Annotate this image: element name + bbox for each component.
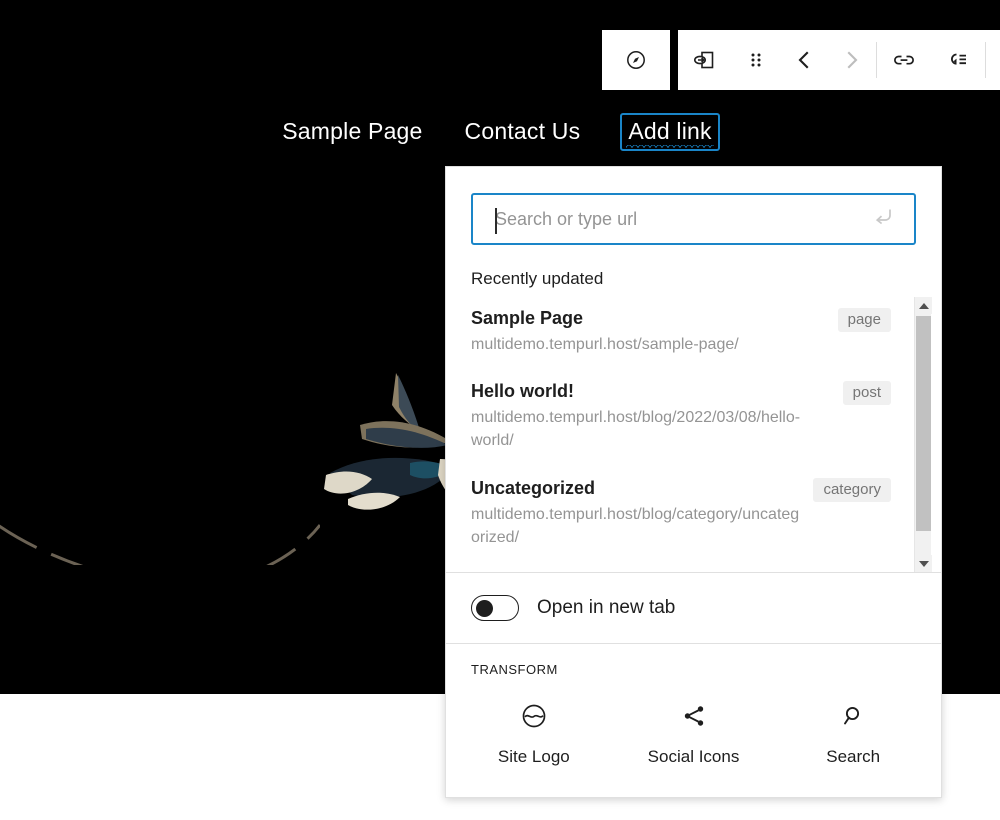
link-search-section — [446, 167, 941, 245]
link-icon — [894, 55, 914, 65]
result-title: Uncategorized — [471, 477, 596, 498]
add-submenu-button[interactable] — [931, 30, 985, 90]
link-button[interactable] — [877, 30, 931, 90]
search-input[interactable] — [473, 195, 914, 243]
compass-icon — [627, 51, 645, 69]
list-item[interactable]: Uncategorized category multidemo.tempurl… — [471, 455, 891, 551]
nav-item-add-link[interactable]: Add link — [620, 112, 720, 152]
transform-option-label: Social Icons — [647, 747, 740, 766]
enter-arrow-icon[interactable] — [870, 204, 896, 235]
submenu-icon — [951, 53, 966, 65]
toolbar-group-navigation-block — [602, 30, 670, 90]
scroll-up-button[interactable] — [915, 297, 932, 314]
site-nav-menu: Sample Page Contact Us Add link — [0, 108, 1000, 156]
drag-handle-icon — [751, 53, 761, 67]
open-in-new-tab-toggle[interactable] — [471, 595, 519, 621]
results-header: Recently updated — [471, 269, 604, 288]
list-item[interactable]: Sample Page page multidemo.tempurl.host/… — [471, 297, 891, 358]
toolbar-group-more-options — [986, 30, 1000, 90]
open-in-new-tab-label: Open in new tab — [537, 597, 676, 618]
transform-section-title: TRANSFORM — [471, 662, 558, 677]
open-in-new-tab-row: Open in new tab — [446, 573, 941, 643]
wire-illustration — [0, 524, 320, 565]
transform-option-label: Site Logo — [497, 747, 570, 766]
scrollbar-thumb[interactable] — [916, 316, 931, 531]
nav-item-contact-us[interactable]: Contact Us — [463, 116, 583, 148]
move-right-button[interactable] — [828, 30, 876, 90]
search-icon — [844, 706, 860, 725]
toggle-knob — [476, 599, 493, 617]
transform-option-social-icons[interactable]: Social Icons — [614, 695, 774, 773]
result-title: Hello world! — [471, 381, 574, 402]
transform-options: Site Logo Social Icons Search — [446, 677, 941, 773]
result-title: Sample Page — [471, 308, 584, 328]
site-logo-icon — [522, 704, 546, 728]
text-caret — [495, 208, 497, 234]
chevron-right-icon — [847, 51, 858, 69]
block-toolbar — [602, 30, 1000, 90]
link-control-popover: Recently updated Sample Page page multid… — [445, 166, 942, 798]
page-link-icon — [694, 51, 714, 69]
list-item[interactable]: Hello world! post multidemo.tempurl.host… — [471, 358, 891, 454]
transform-option-search[interactable]: Search — [773, 695, 933, 773]
chevron-left-icon — [798, 51, 809, 69]
search-results-list: Sample Page page multidemo.tempurl.host/… — [446, 297, 941, 572]
result-type-badge: page — [837, 308, 891, 332]
navigation-block-button[interactable] — [612, 30, 660, 90]
result-type-badge: post — [842, 381, 891, 406]
editor-root: Sample Page Contact Us Add link Search o… — [0, 0, 1000, 820]
result-url: multidemo.tempurl.host/blog/category/unc… — [471, 505, 800, 546]
scroll-down-button[interactable] — [915, 555, 932, 572]
link-search-box[interactable] — [471, 193, 916, 245]
transform-option-label: Search — [826, 747, 881, 766]
page-link-button[interactable] — [678, 30, 732, 90]
result-url: multidemo.tempurl.host/sample-page/ — [471, 336, 739, 353]
more-options-button[interactable] — [990, 30, 1000, 90]
nav-item-sample-page[interactable]: Sample Page — [280, 116, 424, 148]
share-icon — [684, 706, 703, 726]
toolbar-group-block-controls — [678, 30, 986, 90]
move-left-button[interactable] — [780, 30, 828, 90]
results-scrollbar[interactable] — [914, 297, 932, 572]
transform-option-site-logo[interactable]: Site Logo — [454, 695, 614, 773]
result-url: multidemo.tempurl.host/blog/2022/03/08/h… — [471, 409, 801, 450]
result-type-badge: category — [813, 477, 891, 502]
drag-handle-button[interactable] — [732, 30, 780, 90]
